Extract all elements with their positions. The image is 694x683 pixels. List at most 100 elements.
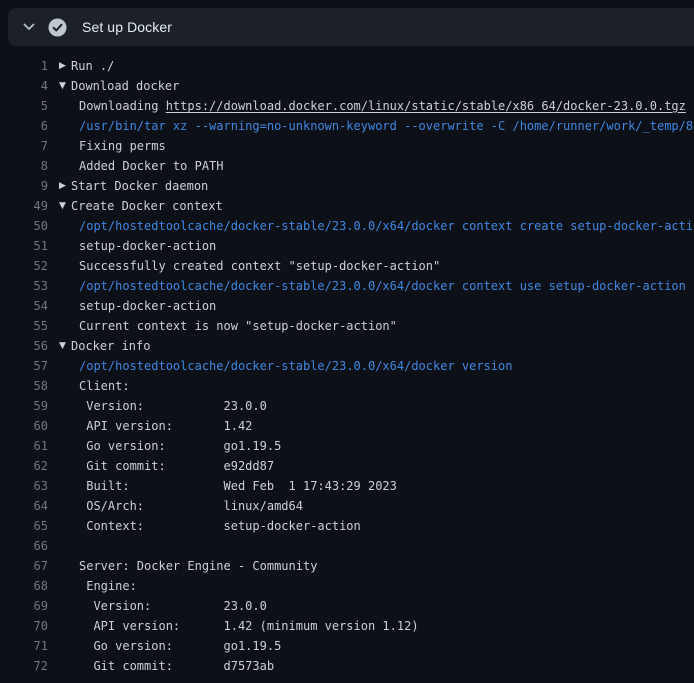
group-title[interactable]: ▼Docker info <box>48 336 694 356</box>
log-text: Fixing perms <box>48 136 694 156</box>
line-number[interactable]: 54 <box>0 296 48 316</box>
log-text: setup-docker-action <box>48 296 694 316</box>
line-number[interactable]: 53 <box>0 276 48 296</box>
line-number[interactable]: 9 <box>0 176 48 196</box>
line-number[interactable]: 59 <box>0 396 48 416</box>
line-number[interactable]: 1 <box>0 56 48 76</box>
log-text <box>48 536 694 556</box>
log-text: /opt/hostedtoolcache/docker-stable/23.0.… <box>48 216 694 236</box>
line-number[interactable]: 57 <box>0 356 48 376</box>
log-text: Context: setup-docker-action <box>48 516 694 536</box>
group-title[interactable]: ▼Download docker <box>48 76 694 96</box>
line-number[interactable]: 50 <box>0 216 48 236</box>
line-number[interactable]: 63 <box>0 476 48 496</box>
line-number[interactable]: 55 <box>0 316 48 336</box>
log-link[interactable]: https://download.docker.com/linux/static… <box>166 99 686 113</box>
log-text-segment: Downloading <box>79 99 166 113</box>
log-text: Downloading https://download.docker.com/… <box>48 96 694 116</box>
line-number[interactable]: 4 <box>0 76 48 96</box>
line-number[interactable]: 69 <box>0 596 48 616</box>
line-number[interactable]: 71 <box>0 636 48 656</box>
log-group-line[interactable]: 4▼Download docker <box>0 76 694 96</box>
log-text: Git commit: d7573ab <box>48 656 694 676</box>
group-collapsed-icon[interactable]: ▶ <box>59 56 71 76</box>
log-line: 67Server: Docker Engine - Community <box>0 556 694 576</box>
group-expanded-icon[interactable]: ▼ <box>59 336 71 356</box>
log-text: /opt/hostedtoolcache/docker-stable/23.0.… <box>48 276 694 296</box>
log-line: 65 Context: setup-docker-action <box>0 516 694 536</box>
log-text: /opt/hostedtoolcache/docker-stable/23.0.… <box>48 356 694 376</box>
log-text: API version: 1.42 (minimum version 1.12) <box>48 616 694 636</box>
line-number[interactable]: 8 <box>0 156 48 176</box>
log-line: 66 <box>0 536 694 556</box>
line-number[interactable]: 67 <box>0 556 48 576</box>
log-text: Added Docker to PATH <box>48 156 694 176</box>
log-line: 8Added Docker to PATH <box>0 156 694 176</box>
log-line: 57/opt/hostedtoolcache/docker-stable/23.… <box>0 356 694 376</box>
group-title[interactable]: ▶Run ./ <box>48 56 694 76</box>
log-line: 64 OS/Arch: linux/amd64 <box>0 496 694 516</box>
log-line: 69 Version: 23.0.0 <box>0 596 694 616</box>
log-line: 5Downloading https://download.docker.com… <box>0 96 694 116</box>
log-group-line[interactable]: 9▶Start Docker daemon <box>0 176 694 196</box>
log-line: 70 API version: 1.42 (minimum version 1.… <box>0 616 694 636</box>
log-group-line[interactable]: 1▶Run ./ <box>0 56 694 76</box>
check-circle-icon <box>44 8 70 46</box>
line-number[interactable]: 70 <box>0 616 48 636</box>
log-text: Current context is now "setup-docker-act… <box>48 316 694 336</box>
log-line: 51setup-docker-action <box>0 236 694 256</box>
group-expanded-icon[interactable]: ▼ <box>59 196 71 216</box>
log-text: Successfully created context "setup-dock… <box>48 256 694 276</box>
log-line: 50/opt/hostedtoolcache/docker-stable/23.… <box>0 216 694 236</box>
line-number[interactable]: 66 <box>0 536 48 556</box>
line-number[interactable]: 52 <box>0 256 48 276</box>
log-line: 61 Go version: go1.19.5 <box>0 436 694 456</box>
log-text: API version: 1.42 <box>48 416 694 436</box>
line-number[interactable]: 64 <box>0 496 48 516</box>
group-collapsed-icon[interactable]: ▶ <box>59 176 71 196</box>
line-number[interactable]: 7 <box>0 136 48 156</box>
log-text: Client: <box>48 376 694 396</box>
line-number[interactable]: 5 <box>0 96 48 116</box>
log-text: setup-docker-action <box>48 236 694 256</box>
step-header[interactable]: Set up Docker <box>8 8 694 46</box>
log-text: /usr/bin/tar xz --warning=no-unknown-key… <box>48 116 694 136</box>
line-number[interactable]: 6 <box>0 116 48 136</box>
log-text: Built: Wed Feb 1 17:43:29 2023 <box>48 476 694 496</box>
line-number[interactable]: 62 <box>0 456 48 476</box>
step-title: Set up Docker <box>82 19 172 35</box>
log-line: 63 Built: Wed Feb 1 17:43:29 2023 <box>0 476 694 496</box>
log-text: Version: 23.0.0 <box>48 396 694 416</box>
log-line: 59 Version: 23.0.0 <box>0 396 694 416</box>
line-number[interactable]: 61 <box>0 436 48 456</box>
log-line: 6/usr/bin/tar xz --warning=no-unknown-ke… <box>0 116 694 136</box>
group-title[interactable]: ▼Create Docker context <box>48 196 694 216</box>
chevron-down-icon[interactable] <box>14 8 44 46</box>
log-text: OS/Arch: linux/amd64 <box>48 496 694 516</box>
line-number[interactable]: 68 <box>0 576 48 596</box>
log-group-line[interactable]: 49▼Create Docker context <box>0 196 694 216</box>
line-number[interactable]: 60 <box>0 416 48 436</box>
log-line: 7Fixing perms <box>0 136 694 156</box>
line-number[interactable]: 58 <box>0 376 48 396</box>
log-group-line[interactable]: 56▼Docker info <box>0 336 694 356</box>
line-number[interactable]: 51 <box>0 236 48 256</box>
line-number[interactable]: 49 <box>0 196 48 216</box>
log-line: 71 Go version: go1.19.5 <box>0 636 694 656</box>
log-text: Git commit: e92dd87 <box>48 456 694 476</box>
log-viewer: 1▶Run ./4▼Download docker5Downloading ht… <box>0 46 694 676</box>
log-text: Server: Docker Engine - Community <box>48 556 694 576</box>
group-expanded-icon[interactable]: ▼ <box>59 76 71 96</box>
log-line: 62 Git commit: e92dd87 <box>0 456 694 476</box>
log-line: 54setup-docker-action <box>0 296 694 316</box>
log-text: Go version: go1.19.5 <box>48 436 694 456</box>
log-line: 68 Engine: <box>0 576 694 596</box>
line-number[interactable]: 65 <box>0 516 48 536</box>
log-line: 58Client: <box>0 376 694 396</box>
log-line: 53/opt/hostedtoolcache/docker-stable/23.… <box>0 276 694 296</box>
log-line: 60 API version: 1.42 <box>0 416 694 436</box>
line-number[interactable]: 56 <box>0 336 48 356</box>
group-title[interactable]: ▶Start Docker daemon <box>48 176 694 196</box>
log-line: 72 Git commit: d7573ab <box>0 656 694 676</box>
line-number[interactable]: 72 <box>0 656 48 676</box>
